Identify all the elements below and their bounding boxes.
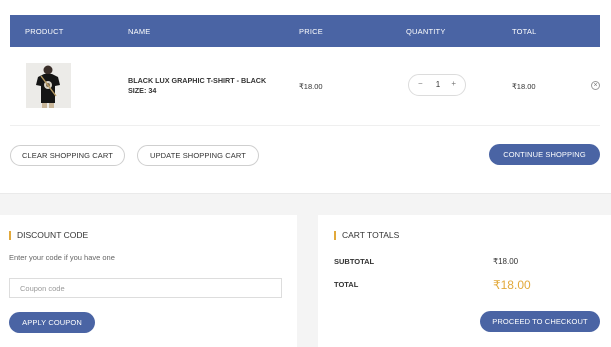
subtotal-label: SUBTOTAL [334,257,375,266]
header-product: PRODUCT [25,27,64,36]
product-image[interactable] [26,63,71,108]
quantity-value[interactable]: 1 [434,80,442,89]
quantity-decrease-button[interactable]: − [418,79,423,88]
update-cart-button[interactable]: UPDATE SHOPPING CART [137,145,259,166]
header-price: PRICE [299,27,323,36]
subtotal-value: ₹18.00 [493,257,519,266]
discount-title: DISCOUNT CODE [9,231,88,240]
quantity-increase-button[interactable]: + [451,79,456,88]
header-quantity: QUANTITY [406,27,446,36]
cart-table-header: PRODUCT NAME PRICE QUANTITY TOTAL [10,15,600,47]
product-price: ₹18.00 [299,82,323,91]
clear-cart-button[interactable]: CLEAR SHOPPING CART [10,145,125,166]
total-label: TOTAL [334,280,359,289]
quantity-stepper: − 1 + [408,74,466,96]
remove-item-icon[interactable]: × [591,81,600,90]
cart-totals-title: CART TOTALS [334,231,399,240]
discount-hint: Enter your code if you have one [9,253,115,262]
apply-coupon-button[interactable]: APPLY COUPON [9,312,95,333]
header-name: NAME [128,27,151,36]
product-size: SIZE: 34 [128,86,157,95]
proceed-to-checkout-button[interactable]: PROCEED TO CHECKOUT [480,311,600,332]
continue-shopping-button[interactable]: CONTINUE SHOPPING [489,144,600,165]
cart-row: BLACK LUX GRAPHIC T-SHIRT - BLACK SIZE: … [10,47,600,126]
product-total: ₹18.00 [512,82,536,91]
coupon-code-input[interactable] [9,278,282,298]
header-total: TOTAL [512,27,537,36]
total-value: ₹18.00 [493,278,531,292]
product-name[interactable]: BLACK LUX GRAPHIC T-SHIRT - BLACK [128,76,278,86]
product-name-cell: BLACK LUX GRAPHIC T-SHIRT - BLACK SIZE: … [128,76,278,96]
